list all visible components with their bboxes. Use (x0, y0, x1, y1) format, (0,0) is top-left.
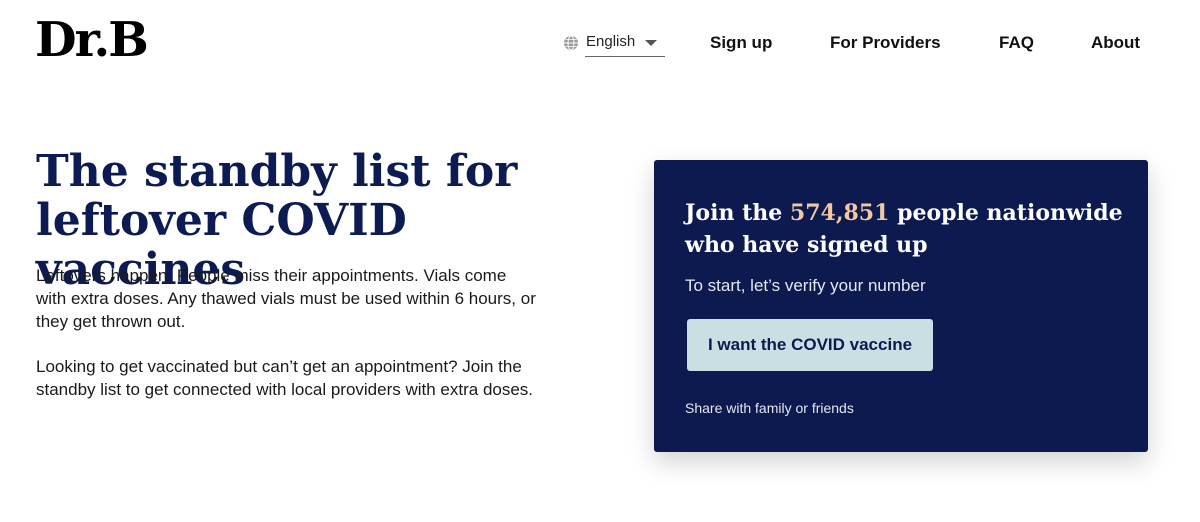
signup-count: 574,851 (789, 200, 890, 226)
want-vaccine-button[interactable]: I want the COVID vaccine (687, 319, 933, 371)
language-dropdown[interactable]: English (585, 30, 665, 57)
card-title-prefix: Join the (685, 200, 790, 226)
language-selector[interactable]: English (563, 30, 665, 58)
globe-icon (564, 35, 578, 51)
nav-about-link[interactable]: About (1091, 33, 1140, 53)
nav-sign-up-link[interactable]: Sign up (710, 33, 772, 53)
nav-for-providers-link[interactable]: For Providers (830, 33, 941, 53)
hero-paragraph-standby: Looking to get vaccinated but can’t get … (36, 357, 534, 399)
signup-card: Join the 574,851 people nationwide who h… (654, 160, 1148, 452)
logo[interactable]: Dr.B (35, 12, 149, 68)
nav-faq-link[interactable]: FAQ (999, 33, 1034, 53)
share-link[interactable]: Share with family or friends (685, 400, 854, 416)
language-selected-label: English (586, 33, 636, 50)
caret-down-icon (645, 40, 657, 46)
signup-card-subtitle: To start, let’s verify your number (685, 276, 926, 295)
hero-paragraph-leftovers: Leftovers happen. People miss their appo… (36, 266, 536, 331)
signup-card-title: Join the 574,851 people nationwide who h… (685, 197, 1125, 261)
